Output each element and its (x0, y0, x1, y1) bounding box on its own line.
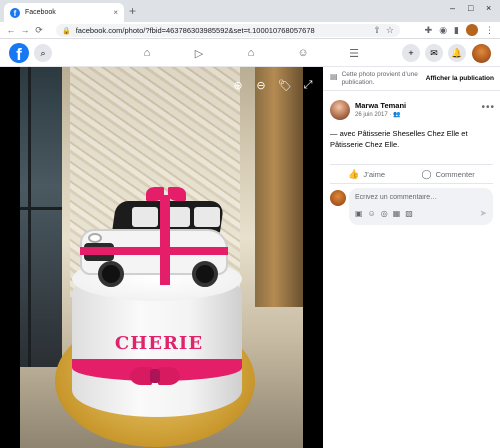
share-icon[interactable]: ⇪ (373, 25, 381, 36)
zoom-in-icon[interactable]: ⊕ (229, 76, 247, 94)
new-tab-button[interactable]: + (129, 4, 136, 18)
comment-button[interactable]: ◯ Commenter (422, 169, 475, 180)
photo-source-text: Cette photo provient d’une publication. (341, 71, 418, 86)
photo-source-notice: ▤ Cette photo provient d’une publication… (323, 67, 500, 91)
facebook-header: f ⌕ ⌂ ▷ ⌂ ☺ ☰ + ✉ 🔔 (0, 40, 500, 67)
tag-icon[interactable]: 🏷 (276, 76, 294, 94)
author-avatar[interactable] (330, 100, 350, 120)
browser-tab-strip: f Facebook × + – □ × (0, 0, 500, 22)
fullscreen-icon[interactable]: ⤢ (299, 76, 317, 94)
gif-icon[interactable]: ▦ (393, 209, 401, 218)
avatar-sticker-icon[interactable]: ▣ (355, 209, 363, 218)
thumbs-up-icon: 👍 (348, 168, 360, 179)
like-label: J’aime (363, 169, 386, 179)
post-header: Marwa Temani 26 juin 2017 · 👥 ••• (330, 98, 495, 122)
more-options-icon[interactable]: ••• (481, 102, 495, 113)
post-actions: 👍 J’aime ◯ Commenter (330, 164, 493, 184)
facebook-logo[interactable]: f (9, 43, 29, 63)
home-icon[interactable]: ⌂ (140, 46, 154, 60)
messenger-icon: ✉ (430, 47, 438, 58)
create-button[interactable]: + (402, 44, 420, 62)
current-user-avatar[interactable] (330, 190, 346, 206)
browser-tab[interactable]: f Facebook × (4, 3, 124, 22)
like-button[interactable]: 👍 J’aime (348, 169, 385, 180)
camera-icon[interactable]: ◎ (381, 209, 388, 218)
tab-close-icon[interactable]: × (113, 8, 118, 17)
messenger-button[interactable]: ✉ (425, 44, 443, 62)
author-name[interactable]: Marwa Temani (355, 101, 406, 110)
search-button[interactable]: ⌕ (34, 44, 52, 62)
profile-extension-icon[interactable]: ◉ (439, 25, 447, 36)
comment-box[interactable]: ▣ ☺ ◎ ▦ ▧ ➤ (349, 188, 493, 225)
zoom-out-icon[interactable]: ⊖ (252, 76, 270, 94)
cake-photo: CHERIE (20, 67, 303, 448)
browser-toolbar: ← → ⟳ 🔒 facebook.com/photo/?fbid=4637863… (0, 22, 500, 39)
bookmark-star-icon[interactable]: ☆ (386, 25, 394, 36)
browser-menu-icon[interactable]: ⋮ (485, 25, 494, 36)
send-icon[interactable]: ➤ (479, 208, 487, 219)
minimize-button[interactable]: – (450, 3, 455, 13)
reload-button[interactable]: ⟳ (32, 25, 46, 36)
photo-window-background (20, 67, 62, 367)
cake-car-topper (80, 187, 240, 291)
account-avatar[interactable] (472, 44, 491, 63)
notifications-button[interactable]: 🔔 (448, 44, 466, 62)
search-icon: ⌕ (40, 47, 46, 58)
cake-bow (130, 363, 180, 393)
post-side-panel: ▤ Cette photo provient d’une publication… (323, 67, 500, 448)
watch-icon[interactable]: ▷ (192, 46, 206, 60)
comment-bubble-icon: ◯ (421, 168, 432, 179)
audience-icon: 👥 (393, 112, 401, 118)
extensions-icon[interactable]: ✚ (425, 25, 433, 36)
emoji-icon[interactable]: ☺ (368, 209, 376, 218)
post-date[interactable]: 26 juin 2017 · 👥 (355, 111, 401, 118)
close-window-button[interactable]: × (486, 3, 491, 13)
photo-wooden-corner (255, 67, 303, 307)
forward-button[interactable]: → (18, 25, 32, 35)
tab-title: Facebook (25, 9, 56, 16)
groups-icon[interactable]: ☺ (296, 46, 310, 60)
view-post-link[interactable]: Afficher la publication (426, 75, 494, 82)
cake-lettering: CHERIE (114, 333, 204, 354)
facebook-favicon-icon: f (10, 7, 20, 18)
plus-icon: + (408, 48, 414, 58)
sticker-icon[interactable]: ▧ (405, 209, 413, 218)
address-bar[interactable]: 🔒 facebook.com/photo/?fbid=4637863039855… (56, 24, 400, 37)
info-icon: ▤ (330, 72, 338, 81)
comment-label: Commenter (435, 169, 475, 179)
url-text[interactable]: facebook.com/photo/?fbid=463786303985592… (76, 26, 369, 35)
lock-icon[interactable]: 🔒 (62, 27, 71, 35)
comment-composer: ▣ ☺ ◎ ▦ ▧ ➤ (330, 188, 495, 228)
back-button[interactable]: ← (4, 25, 18, 35)
bell-icon: 🔔 (451, 47, 463, 58)
browser-profile-avatar[interactable] (466, 24, 478, 36)
maximize-button[interactable]: □ (468, 3, 473, 13)
sidepanel-icon[interactable]: ▮ (454, 25, 459, 36)
menu-icon[interactable]: ☰ (347, 46, 361, 60)
photo-viewer: CHERIE ⊕ ⊖ 🏷 ⤢ (0, 67, 323, 448)
marketplace-icon[interactable]: ⌂ (244, 46, 258, 60)
comment-input[interactable] (355, 191, 485, 203)
post-caption: — avec Pâtisserie Sheselles Chez Elle et… (330, 129, 468, 149)
